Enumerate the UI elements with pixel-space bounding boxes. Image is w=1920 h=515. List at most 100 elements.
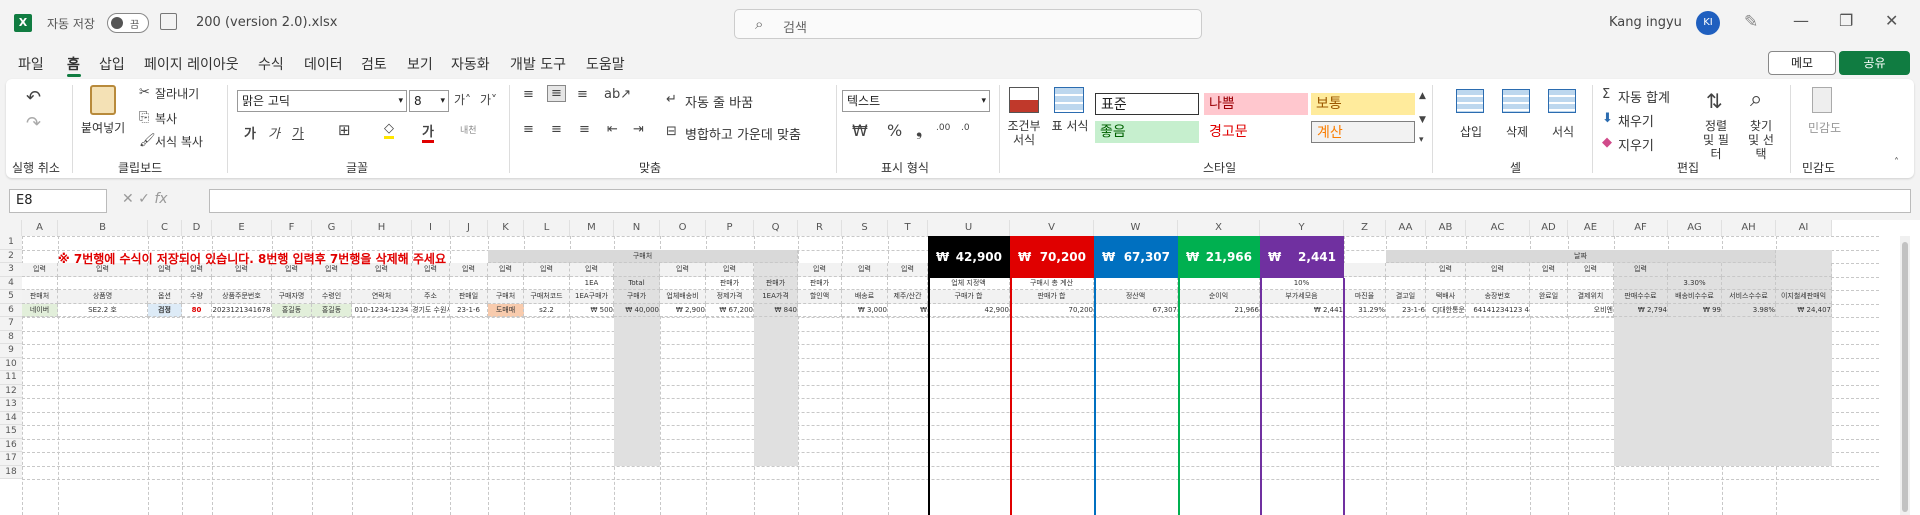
column-header-X[interactable]: X [1178,220,1260,236]
cell-D5[interactable]: 수량 [182,290,212,304]
redo-icon[interactable]: ↷ [26,113,41,134]
column-header-K[interactable]: K [488,220,524,236]
search-box[interactable]: ⌕ 검색 [734,9,1202,39]
column-header-G[interactable]: G [312,220,352,236]
sort-filter-button[interactable]: 정렬 및 필터 [1698,119,1734,161]
cell-I4[interactable] [412,276,450,290]
cell-N3[interactable] [614,263,660,277]
format-painter-button[interactable]: 서식 복사 [155,133,203,150]
cell-H6[interactable]: 010-1234-1234 [352,303,412,317]
column-header-J[interactable]: J [450,220,488,236]
align-right-icon[interactable]: ≡ [579,122,590,137]
cell-K5[interactable]: 구매처 [488,290,524,304]
cell-U6[interactable]: 42,900 [928,303,1010,317]
row-header-7[interactable]: 7 [0,317,22,331]
cell-S5[interactable]: 배송료 [842,290,888,304]
cell-O5[interactable]: 업체배송비 [660,290,706,304]
clipboard-icon[interactable] [90,85,116,115]
undo-icon[interactable]: ↶ [26,87,41,108]
cell-R5[interactable]: 할인액 [798,290,842,304]
cut-button[interactable]: 잘라내기 [155,85,199,102]
column-header-D[interactable]: D [182,220,212,236]
cell-J5[interactable]: 판매일 [450,290,488,304]
conditional-format-button[interactable]: 조건부 서식 [1004,119,1044,147]
cell-AI3[interactable] [1776,263,1832,277]
cell-I5[interactable]: 주소 [412,290,450,304]
cell-X4[interactable] [1178,276,1260,290]
cell-C4[interactable] [148,276,182,290]
cell-X5[interactable]: 순이익 [1178,290,1260,304]
merge-center-button[interactable]: 병합하고 가운데 맞춤 [685,124,801,143]
cell-AI5[interactable]: 이지철세판매익 [1776,290,1832,304]
cell-AH3[interactable] [1722,263,1776,277]
cell-D6[interactable]: 80 [182,303,212,317]
cell-AA3[interactable] [1386,263,1426,277]
row-header-2[interactable]: 2 [0,249,22,263]
cell-L5[interactable]: 구매처코드 [524,290,570,304]
sensitivity-button[interactable]: 민감도 [1808,119,1841,136]
cell-AG4[interactable]: 3.30% [1668,276,1722,290]
cell-L4[interactable] [524,276,570,290]
cell-V6[interactable]: 70,200 [1010,303,1094,317]
increase-decimal-icon[interactable]: .00 [936,123,950,133]
row-header-4[interactable]: 4 [0,276,22,290]
scissors-icon[interactable]: ✂ [139,85,150,100]
cell-AA4[interactable] [1386,276,1426,290]
cell-AA6[interactable]: 23-1-6 [1386,303,1426,317]
bold-icon[interactable]: 가 [244,123,256,142]
fill-button[interactable]: 채우기 [1618,111,1654,130]
merge-icon[interactable]: ⊟ [666,124,677,139]
cell-J6[interactable]: 23-1-6 [450,303,488,317]
column-header-AA[interactable]: AA [1386,220,1426,236]
cell-R3[interactable]: 입력 [798,263,842,277]
sensitivity-icon[interactable] [1812,87,1832,113]
cell-C6[interactable]: 검정 [148,303,182,317]
cell-AI4[interactable] [1776,276,1832,290]
column-header-AD[interactable]: AD [1530,220,1568,236]
cell-B6[interactable]: SE2.2 호 [58,303,148,317]
row-header-18[interactable]: 18 [0,465,22,479]
align-left-icon[interactable]: ≡ [523,122,534,137]
cell-AE6[interactable]: 오비엔 [1568,303,1614,317]
minimize-icon[interactable]: — [1793,11,1809,30]
decrease-decimal-icon[interactable]: .0 [961,123,970,133]
autosave-toggle[interactable]: 끔 [107,13,149,33]
cell-P6[interactable]: ₩ 67,200 [706,303,754,317]
cell-S6[interactable]: ₩ 3,000 [842,303,888,317]
style-bad[interactable]: 나쁨 [1204,93,1308,115]
row-header-12[interactable]: 12 [0,384,22,398]
column-header-H[interactable]: H [352,220,412,236]
cell-AB3[interactable]: 입력 [1426,263,1466,277]
save-icon[interactable] [160,13,177,30]
cell-V4[interactable]: 구매시 총 계산 [1010,276,1094,290]
font-color-icon[interactable]: 가 [422,121,434,143]
format-cells-button[interactable]: 서식 [1552,123,1574,140]
phonetic-icon[interactable]: 내천 [460,123,477,136]
row-header-15[interactable]: 15 [0,425,22,439]
row-header-3[interactable]: 3 [0,263,22,277]
eraser-icon[interactable]: ◆ [1602,135,1612,150]
cell-C5[interactable]: 옵션 [148,290,182,304]
cell-B4[interactable] [58,276,148,290]
cell-M4[interactable]: 1EA [570,276,614,290]
avatar[interactable]: KI [1696,11,1720,35]
cell-N5[interactable]: 구매가 [614,290,660,304]
collapse-ribbon-icon[interactable]: ˄ [1894,157,1899,168]
cell-AA5[interactable]: 결고일 [1386,290,1426,304]
cell-I6[interactable]: 경기도 수원시 세... [412,303,450,317]
column-header-Y[interactable]: Y [1260,220,1344,236]
column-header-R[interactable]: R [798,220,842,236]
menu-help[interactable]: 도움말 [586,54,625,74]
currency-icon[interactable]: ₩ [852,121,868,140]
number-format-select[interactable]: 텍스트 ▾ [842,90,990,112]
cell-AF4[interactable] [1614,276,1668,290]
column-header-AF[interactable]: AF [1614,220,1668,236]
format-table-icon[interactable] [1054,87,1084,113]
cell-AH4[interactable] [1722,276,1776,290]
align-center-icon[interactable]: ≡ [551,122,562,137]
cell-D4[interactable] [182,276,212,290]
name-box[interactable]: E8 [9,189,107,213]
row-header-6[interactable]: 6 [0,303,22,317]
restore-icon[interactable]: ❐ [1839,11,1853,30]
menu-insert[interactable]: 삽입 [99,54,125,74]
